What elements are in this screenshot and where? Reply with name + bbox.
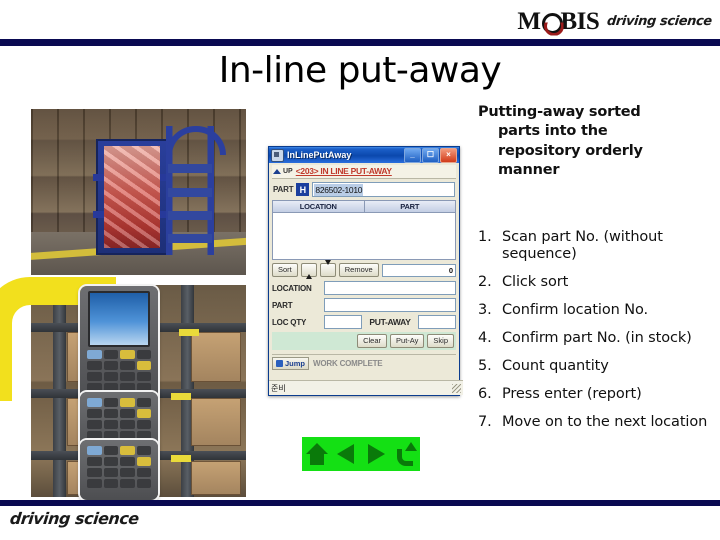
part-scan-value: 826502-1010	[314, 183, 364, 196]
scanner-nav-strip	[302, 437, 420, 471]
minimize-button[interactable]: _	[404, 147, 421, 163]
logo-tagline: driving science	[606, 13, 713, 29]
step-number: 5.	[478, 357, 492, 374]
arrow-right-icon[interactable]	[365, 442, 387, 466]
logo-text-before: M	[517, 7, 541, 35]
move-up-button[interactable]	[300, 263, 317, 279]
step-text: Count quantity	[502, 357, 609, 374]
remove-button[interactable]: Remove	[338, 263, 379, 277]
mobis-wordmark: M BIS	[517, 7, 600, 35]
part-scan-input[interactable]: 826502-1010	[312, 182, 455, 197]
part-label: PART	[272, 300, 293, 310]
lead-line-4: manner	[498, 161, 560, 178]
putaway-label: PUT-AWAY	[369, 317, 411, 327]
lead-line-2: parts into the	[498, 123, 608, 140]
lead-line-1: Putting-away sorted	[478, 104, 641, 120]
jump-tab[interactable]: Jump	[272, 357, 310, 370]
logo-text-after: BIS	[560, 7, 600, 35]
step-number: 4.	[478, 329, 492, 346]
step-text: Press enter (report)	[502, 385, 642, 402]
footer-rule	[0, 500, 720, 506]
list-item: 3. Confirm location No.	[478, 302, 710, 319]
home-icon[interactable]	[305, 442, 328, 466]
list-item: 7. Move on to the next location	[478, 414, 710, 431]
step-text: Confirm location No.	[502, 301, 648, 318]
list-item: 4. Confirm part No. (in stock)	[478, 330, 710, 347]
jump-label: Jump	[285, 359, 306, 368]
up-button[interactable]: UP	[273, 168, 293, 175]
arrow-left-icon[interactable]	[335, 442, 357, 466]
step-text: Confirm part No. (in stock)	[502, 329, 692, 346]
breadcrumb[interactable]: <203> IN LINE PUT-AWAY	[296, 166, 392, 176]
up-arrow-icon	[273, 168, 281, 174]
location-field-row: LOCATION	[272, 281, 456, 295]
column-header-part: PART	[400, 202, 420, 211]
part-input[interactable]	[324, 298, 456, 312]
bottom-tabbar: Jump WORK COMPLETE	[272, 354, 456, 370]
work-complete-label: WORK COMPLETE	[313, 359, 383, 368]
window-title: InLinePutAway	[287, 150, 352, 160]
row-count-field[interactable]: 0	[381, 263, 456, 277]
putay-button[interactable]: Put-Ay	[390, 334, 425, 348]
app-icon	[271, 148, 284, 162]
column-header-location: LOCATION	[273, 201, 365, 212]
qty-field-row: LOC QTY PUT-AWAY	[272, 315, 456, 329]
step-number: 6.	[478, 385, 492, 402]
return-arrow-icon[interactable]	[394, 442, 418, 466]
list-item: 6. Press enter (report)	[478, 386, 710, 403]
maximize-button[interactable]: ☐	[422, 147, 439, 163]
lead-line-3: repository orderly	[498, 142, 643, 159]
sort-button[interactable]: Sort	[272, 263, 298, 277]
list-item: 5. Count quantity	[478, 358, 710, 375]
step-text: Scan part No. (without sequence)	[502, 229, 663, 262]
close-button[interactable]: ×	[440, 147, 457, 163]
skip-button[interactable]: Skip	[427, 334, 454, 348]
loc-qty-input[interactable]	[324, 315, 362, 329]
page-title: In-line put-away	[218, 50, 502, 91]
location-input[interactable]	[324, 281, 456, 295]
step-text: Move on to the next location	[502, 413, 708, 430]
loc-qty-label: LOC QTY	[272, 317, 307, 327]
slide: M BIS driving science In-line put-away A…	[0, 0, 720, 540]
inline-putaway-window: InLinePutAway _ ☐ × UP <203> IN LINE PUT…	[268, 146, 463, 396]
action-buttons-row: Clear Put-Ay Skip	[272, 332, 456, 350]
triangle-down-icon	[324, 260, 331, 274]
triangle-up-icon	[305, 265, 312, 279]
part-prefix-badge: H	[296, 183, 310, 196]
step-number: 2.	[478, 273, 492, 290]
status-text: 준비	[271, 383, 286, 393]
mobis-logo: M BIS driving science	[468, 6, 713, 36]
part-field-row: PART	[272, 298, 456, 312]
part-scan-label: PART	[273, 185, 294, 194]
step-number: 1.	[478, 229, 492, 245]
list-item: 1. Scan part No. (without sequence)	[478, 229, 710, 263]
up-label: UP	[283, 167, 293, 175]
handheld-scanner-ghost-2	[80, 440, 158, 500]
footer-tagline: driving science	[9, 509, 140, 528]
putaway-input[interactable]	[418, 315, 456, 329]
move-down-button[interactable]	[319, 260, 336, 277]
location-label: LOCATION	[272, 283, 312, 293]
lead-paragraph: Putting-away sorted parts into the repos…	[478, 103, 702, 180]
jump-icon	[276, 360, 283, 367]
step-text: Click sort	[502, 273, 569, 290]
step-number: 3.	[478, 301, 492, 318]
window-controls: _ ☐ ×	[404, 147, 457, 163]
steps-list: 1. Scan part No. (without sequence) 2. Cli…	[478, 229, 710, 442]
window-titlebar[interactable]: InLinePutAway _ ☐ ×	[269, 147, 459, 163]
header-rule	[0, 39, 720, 46]
results-grid-header: LOCATION PART	[272, 200, 456, 212]
part-scan-row: PART H 826502-1010	[273, 182, 455, 197]
warehouse-cart-photo	[31, 109, 246, 275]
grid-toolbar: Sort Remove 0	[272, 260, 456, 279]
step-number: 7.	[478, 413, 492, 430]
handheld-scanner	[80, 286, 158, 404]
window-navigation-row: UP <203> IN LINE PUT-AWAY	[272, 165, 456, 179]
logo-o-mark	[541, 12, 563, 34]
results-grid-body[interactable]	[272, 212, 456, 260]
clear-button[interactable]: Clear	[357, 334, 388, 348]
resize-grip[interactable]	[452, 383, 461, 393]
list-item: 2. Click sort	[478, 274, 710, 291]
window-statusbar: 준비	[269, 380, 463, 395]
